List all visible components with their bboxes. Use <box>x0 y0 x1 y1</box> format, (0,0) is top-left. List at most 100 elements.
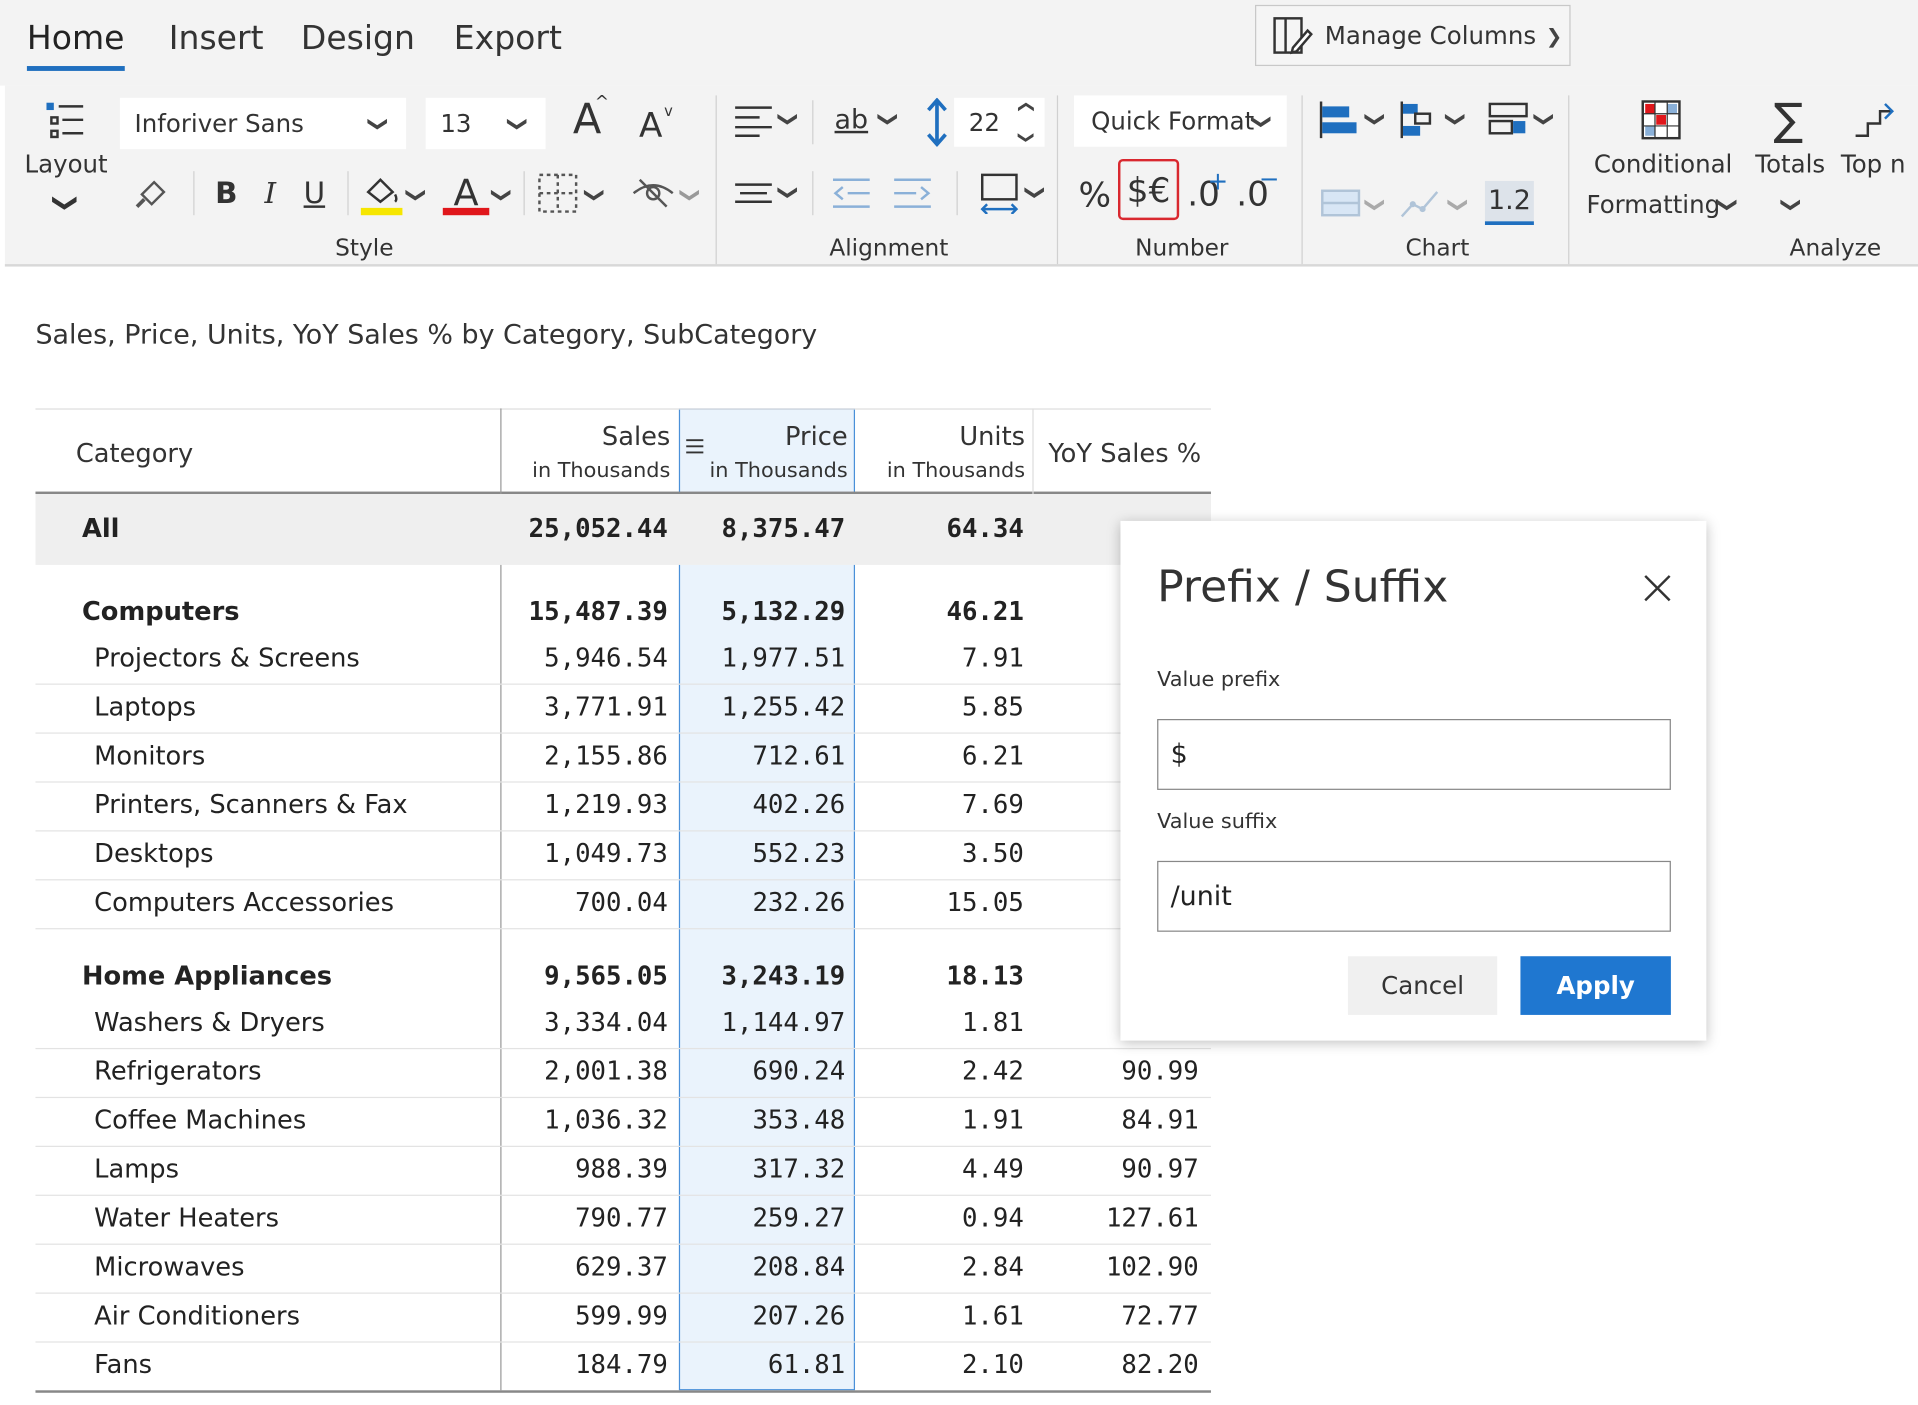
cell-sales[interactable]: 1,219.93 <box>500 790 668 819</box>
cell-units[interactable]: 4.49 <box>856 1154 1024 1183</box>
table-row[interactable]: Washers & Dryers 3,334.04 1,144.97 1.81 <box>35 1000 1211 1050</box>
table-row[interactable]: Microwaves 629.37 208.84 2.84 102.90 <box>35 1245 1211 1294</box>
table-row[interactable]: Projectors & Screens 5,946.54 1,977.51 7.91 <box>35 636 1211 685</box>
cell-units[interactable]: 7.91 <box>856 643 1024 672</box>
cell-yoy-sales[interactable]: 90.99 <box>1034 1056 1198 1085</box>
cell-units[interactable]: 15.05 <box>856 888 1023 917</box>
value-prefix-input[interactable]: $ <box>1157 719 1671 790</box>
cell-category[interactable]: Washers & Dryers <box>94 1008 325 1037</box>
format-painter-icon[interactable] <box>130 169 174 215</box>
variance-chart-icon[interactable] <box>1485 98 1531 142</box>
cell-sales[interactable]: 25,052.44 <box>500 514 668 543</box>
chevron-down-icon[interactable]: ❯ <box>1364 197 1387 213</box>
bold-button[interactable]: B <box>210 171 242 215</box>
cell-price[interactable]: 1,255.42 <box>679 692 845 721</box>
cell-units[interactable]: 46.21 <box>856 597 1023 626</box>
cell-sales[interactable]: 9,565.05 <box>500 961 668 990</box>
fill-color-icon[interactable] <box>357 169 406 218</box>
cell-price[interactable]: 402.26 <box>679 790 845 819</box>
cell-price[interactable]: 353.48 <box>679 1105 845 1134</box>
chevron-down-icon[interactable]: ❯ <box>52 193 81 214</box>
font-color-button[interactable]: A <box>442 169 490 218</box>
vertical-align-icon[interactable] <box>731 174 775 213</box>
cell-units[interactable]: 2.84 <box>856 1252 1024 1281</box>
bar-inline-icon[interactable] <box>1319 183 1363 222</box>
cell-yoy-sales[interactable]: 90.97 <box>1034 1154 1198 1183</box>
cell-sales[interactable]: 15,487.39 <box>500 597 668 626</box>
chevron-down-icon[interactable]: ❯ <box>1364 111 1387 127</box>
table-row[interactable]: Coffee Machines 1,036.32 353.48 1.91 84.91 <box>35 1098 1211 1147</box>
cell-category[interactable]: Fans <box>94 1350 152 1379</box>
header-category[interactable]: Category <box>76 410 321 493</box>
quick-format-select[interactable]: Quick Format ❯ <box>1073 95 1287 147</box>
cell-units[interactable]: 1.61 <box>856 1301 1024 1330</box>
cell-category[interactable]: Microwaves <box>94 1252 244 1281</box>
font-size-select[interactable]: 13 ❯ <box>425 97 546 150</box>
header-units[interactable]: Units in Thousands <box>856 410 1025 493</box>
cell-units[interactable]: 7.69 <box>856 790 1024 819</box>
cell-sales[interactable]: 1,036.32 <box>500 1105 668 1134</box>
increase-indent-icon[interactable] <box>890 174 934 213</box>
layout-icon[interactable] <box>37 98 91 147</box>
tab-insert[interactable]: Insert <box>169 20 264 58</box>
header-price[interactable]: Price in Thousands <box>679 410 848 493</box>
conditional-formatting-label-2[interactable]: Formatting <box>1586 190 1720 219</box>
sparkline-icon[interactable] <box>1397 183 1443 222</box>
top-n-label[interactable]: Top n <box>1841 149 1906 178</box>
cell-category[interactable]: Air Conditioners <box>94 1301 300 1330</box>
table-row[interactable]: Refrigerators 2,001.38 690.24 2.42 90.99 <box>35 1049 1211 1099</box>
chevron-down-icon[interactable]: ❯ <box>405 187 428 203</box>
hide-icon[interactable] <box>629 174 678 213</box>
cell-units[interactable]: 3.50 <box>856 839 1024 868</box>
table-row[interactable]: Printers, Scanners & Fax 1,219.93 402.26 7.… <box>35 783 1211 832</box>
line-height-input[interactable]: 22 ❯ ❯ <box>954 97 1045 147</box>
decrease-decimal-button[interactable]: .0− <box>1231 164 1279 218</box>
font-family-select[interactable]: Inforiver Sans ❯ <box>119 97 407 150</box>
cell-sales[interactable]: 3,771.91 <box>500 692 668 721</box>
cell-price[interactable]: 61.81 <box>679 1350 845 1379</box>
cell-units[interactable]: 64.34 <box>856 514 1023 543</box>
table-row[interactable]: Lamps 988.39 317.32 4.49 90.97 <box>35 1147 1211 1196</box>
shrink-font-button[interactable]: Av <box>629 100 673 149</box>
chevron-down-icon[interactable]: ❯ <box>1533 111 1556 127</box>
table-row[interactable]: Laptops 3,771.91 1,255.42 5.85 <box>35 685 1211 734</box>
cell-units[interactable]: 1.81 <box>856 1008 1024 1037</box>
cell-sales[interactable]: 700.04 <box>500 888 668 917</box>
text-wrap-button[interactable]: ab <box>829 98 873 142</box>
cell-units[interactable]: 18.13 <box>856 961 1023 990</box>
chevron-down-icon[interactable]: ❯ <box>584 187 607 203</box>
cell-sales[interactable]: 184.79 <box>500 1350 668 1379</box>
grow-font-button[interactable]: A ^ <box>565 93 609 147</box>
align-left-icon[interactable] <box>731 98 775 142</box>
table-row[interactable]: Computers 15,487.39 5,132.29 46.21 <box>35 577 1210 636</box>
table-row[interactable]: Monitors 2,155.86 712.61 6.21 <box>35 734 1211 783</box>
cell-sales[interactable]: 988.39 <box>500 1154 668 1183</box>
tab-home[interactable]: Home <box>27 20 125 58</box>
chevron-down-icon[interactable]: ❯ <box>777 184 800 200</box>
chevron-down-icon[interactable]: ❯ <box>1780 197 1803 213</box>
cell-price[interactable]: 712.61 <box>679 741 845 770</box>
cell-sales[interactable]: 2,155.86 <box>500 741 668 770</box>
cell-yoy-sales[interactable]: 102.90 <box>1034 1252 1199 1281</box>
cell-sales[interactable]: 5,946.54 <box>500 643 668 672</box>
cell-price[interactable]: 317.32 <box>679 1154 845 1183</box>
apply-button[interactable]: Apply <box>1520 956 1671 1015</box>
manage-columns-button[interactable]: Manage Columns ❯ <box>1255 4 1571 67</box>
chevron-down-icon[interactable]: ❯ <box>1445 111 1468 127</box>
cell-sales[interactable]: 629.37 <box>500 1252 668 1281</box>
data-labels-button[interactable]: 1.2 <box>1484 180 1534 225</box>
cell-price[interactable]: 1,977.51 <box>679 643 845 672</box>
layout-label[interactable]: Layout <box>24 149 107 178</box>
cancel-button[interactable]: Cancel <box>1347 956 1498 1015</box>
totals-label[interactable]: Totals <box>1755 149 1825 178</box>
cell-category[interactable]: Desktops <box>94 839 213 868</box>
cell-category[interactable]: Projectors & Screens <box>94 643 360 672</box>
value-suffix-input[interactable]: /unit <box>1157 860 1671 932</box>
table-row[interactable]: All 25,052.44 8,375.47 64.34 <box>35 494 1211 565</box>
underline-button[interactable]: U <box>298 171 330 215</box>
cell-category[interactable]: Coffee Machines <box>94 1105 306 1134</box>
chevron-down-icon[interactable]: ❯ <box>1017 131 1035 144</box>
column-width-icon[interactable] <box>976 171 1022 215</box>
cell-category[interactable]: Computers <box>82 597 240 626</box>
close-icon[interactable] <box>1639 570 1676 607</box>
